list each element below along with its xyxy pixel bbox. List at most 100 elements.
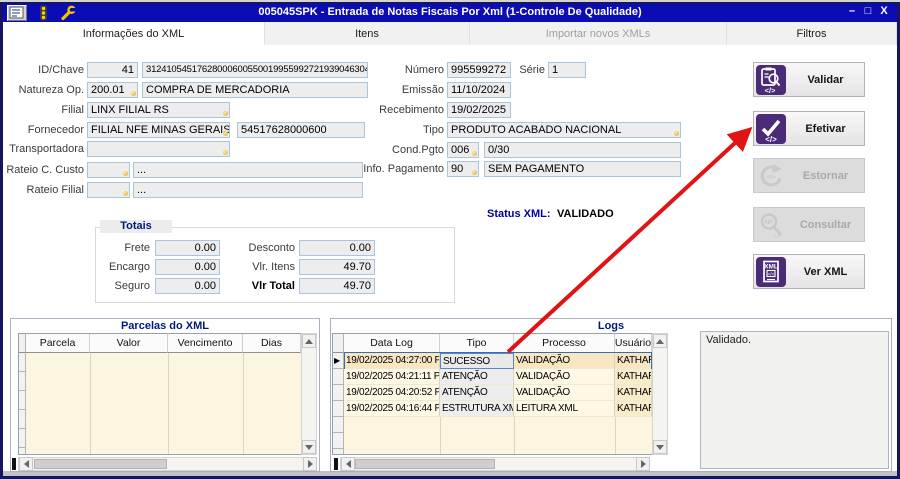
desconto-field[interactable]: 0.00 — [299, 240, 375, 256]
parcelas-col-parcela[interactable]: Parcela — [26, 334, 90, 353]
fornecedor-cnpj-field[interactable]: 54517628000600 — [237, 122, 365, 138]
log-cell-usuario[interactable]: KATHARINA — [615, 369, 652, 385]
parcelas-vscrollbar[interactable] — [301, 333, 317, 455]
validate-xml-icon: </> — [756, 64, 786, 95]
ver-xml-button[interactable]: XML </> Ver XML — [753, 254, 865, 289]
rateio-filial-code-field[interactable] — [87, 182, 130, 198]
frete-label: Frete — [124, 242, 150, 254]
parcelas-col-vencimento[interactable]: Vencimento — [168, 334, 243, 353]
encargo-field[interactable]: 0.00 — [155, 259, 220, 275]
close-button[interactable]: X — [877, 5, 891, 17]
validar-button[interactable]: </> Validar — [753, 62, 865, 97]
info-pagamento-desc-field[interactable]: SEM PAGAMENTO — [484, 161, 681, 177]
scroll-right-icon[interactable] — [636, 457, 650, 471]
vlr-itens-label: Vlr. Itens — [252, 261, 295, 273]
svg-text:NF: NF — [765, 220, 773, 226]
log-cell-processo[interactable]: VALIDAÇÃO — [514, 353, 615, 369]
log-cell-data[interactable]: 19/02/2025 04:27:00 PM — [344, 353, 440, 369]
parcelas-title: Parcelas do XML — [120, 320, 210, 332]
log-cell-usuario[interactable]: KATHARINA — [615, 353, 652, 369]
log-cell-tipo[interactable]: ESTRUTURA XML C — [440, 401, 514, 417]
log-cell-processo[interactable]: VALIDAÇÃO — [514, 385, 615, 401]
seguro-label: Seguro — [114, 280, 150, 292]
rateio-filial-desc-field[interactable]: ... — [133, 182, 363, 198]
efetivar-button-label: Efetivar — [805, 122, 846, 135]
log-cell-tipo[interactable]: ATENÇÃO — [440, 369, 514, 385]
filial-field[interactable]: LINX FILIAL RS — [87, 102, 230, 118]
log-cell-tipo[interactable]: ATENÇÃO — [440, 385, 514, 401]
chave-field[interactable]: 3124105451762800060055001995599272193904… — [142, 62, 368, 78]
minimize-button[interactable]: – — [845, 5, 859, 17]
status-xml-value: VALIDADO — [557, 208, 614, 220]
efetivar-button[interactable]: </> Efetivar — [753, 111, 865, 146]
parcelas-hscroll-thumb[interactable] — [34, 459, 167, 469]
info-pagamento-code-field[interactable]: 90 — [447, 161, 479, 177]
svg-text:</>: </> — [765, 135, 777, 144]
scroll-up-icon[interactable] — [302, 334, 316, 348]
natureza-code-field[interactable]: 200.01 — [87, 82, 138, 98]
serie-field[interactable]: 1 — [548, 62, 586, 78]
natureza-desc-field[interactable]: COMPRA DE MERCADORIA — [142, 82, 368, 98]
scroll-down-icon[interactable] — [302, 440, 316, 454]
logs-col-data-log[interactable]: Data Log — [344, 334, 440, 353]
rateio-c-custo-desc-field[interactable]: ... — [133, 162, 363, 178]
window-edge — [0, 0, 900, 2]
seguro-field[interactable]: 0.00 — [155, 278, 220, 294]
logs-hscrollbar[interactable] — [340, 457, 650, 471]
encargo-label: Encargo — [109, 261, 150, 273]
log-detail-memo: Validado. — [700, 331, 889, 469]
id-chave-label: ID/Chave — [38, 64, 84, 76]
tab-itens[interactable]: Itens — [265, 22, 470, 45]
maximize-button[interactable]: □ — [861, 5, 875, 17]
cond-pgto-code-field[interactable]: 006 — [447, 142, 479, 158]
scroll-up-icon[interactable] — [653, 334, 667, 348]
svg-text:XML: XML — [764, 263, 778, 270]
log-cell-usuario[interactable]: KATHARINA — [615, 385, 652, 401]
log-cell-usuario[interactable]: KATHARINA — [615, 401, 652, 417]
scroll-right-icon[interactable] — [303, 457, 317, 471]
transportadora-field[interactable] — [87, 141, 230, 157]
serie-label: Série — [519, 64, 545, 76]
validar-button-label: Validar — [807, 73, 844, 86]
estornar-button-label: Estornar — [802, 169, 849, 182]
numero-field[interactable]: 995599272 — [447, 62, 511, 78]
parcelas-col-dias[interactable]: Dias — [243, 334, 301, 353]
recebimento-field[interactable]: 19/02/2025 — [447, 102, 511, 118]
emissao-field[interactable]: 11/10/2024 — [447, 82, 511, 98]
tab-filtros[interactable]: Filtros — [727, 22, 897, 45]
vlr-total-label: Vlr Total — [251, 280, 295, 292]
tipo-field[interactable]: PRODUTO ACABADO NACIONAL — [447, 122, 681, 138]
log-cell-data[interactable]: 19/02/2025 04:21:11 PM — [344, 369, 440, 385]
desconto-label: Desconto — [248, 242, 295, 254]
svg-text:</>: </> — [765, 86, 776, 95]
window-border-left — [0, 0, 3, 479]
scroll-down-icon[interactable] — [653, 440, 667, 454]
tab-importar-novos-xmls: Importar novos XMLs — [470, 22, 727, 45]
title-bar: 005045SPK - Entrada de Notas Fiscais Por… — [3, 4, 897, 22]
scroll-left-icon[interactable] — [19, 457, 33, 471]
fornecedor-field[interactable]: FILIAL NFE MINAS GERAIS — [87, 122, 230, 138]
frete-field[interactable]: 0.00 — [155, 240, 220, 256]
log-cell-processo[interactable]: LEITURA XML — [514, 401, 615, 417]
scroll-left-icon[interactable] — [341, 457, 355, 471]
logs-hscroll-thumb[interactable] — [355, 459, 495, 469]
tab-informacoes-do-xml[interactable]: Informações do XML — [3, 22, 265, 45]
svg-text:</>: </> — [773, 234, 781, 240]
consultar-button: NF </> Consultar — [753, 207, 865, 242]
logs-col-usuario[interactable]: Usuário — [615, 334, 652, 353]
log-cell-processo[interactable]: VALIDAÇÃO — [514, 369, 615, 385]
filial-label: Filial — [61, 104, 84, 116]
logs-col-processo[interactable]: Processo — [514, 334, 615, 353]
parcelas-col-valor[interactable]: Valor — [90, 334, 168, 353]
vlr-itens-field[interactable]: 49.70 — [299, 259, 375, 275]
logs-col-tipo[interactable]: Tipo — [440, 334, 514, 353]
parcelas-hscrollbar[interactable] — [18, 457, 317, 471]
cond-pgto-desc-field[interactable]: 0/30 — [484, 142, 681, 158]
log-cell-data[interactable]: 19/02/2025 04:20:52 PM — [344, 385, 440, 401]
id-field[interactable]: 41 — [87, 62, 138, 78]
rateio-c-custo-code-field[interactable] — [87, 162, 130, 178]
log-cell-tipo[interactable]: SUCESSO — [440, 353, 514, 369]
log-cell-data[interactable]: 19/02/2025 04:16:44 PM — [344, 401, 440, 417]
vlr-total-field[interactable]: 49.70 — [299, 278, 375, 294]
logs-vscrollbar[interactable] — [652, 333, 668, 455]
